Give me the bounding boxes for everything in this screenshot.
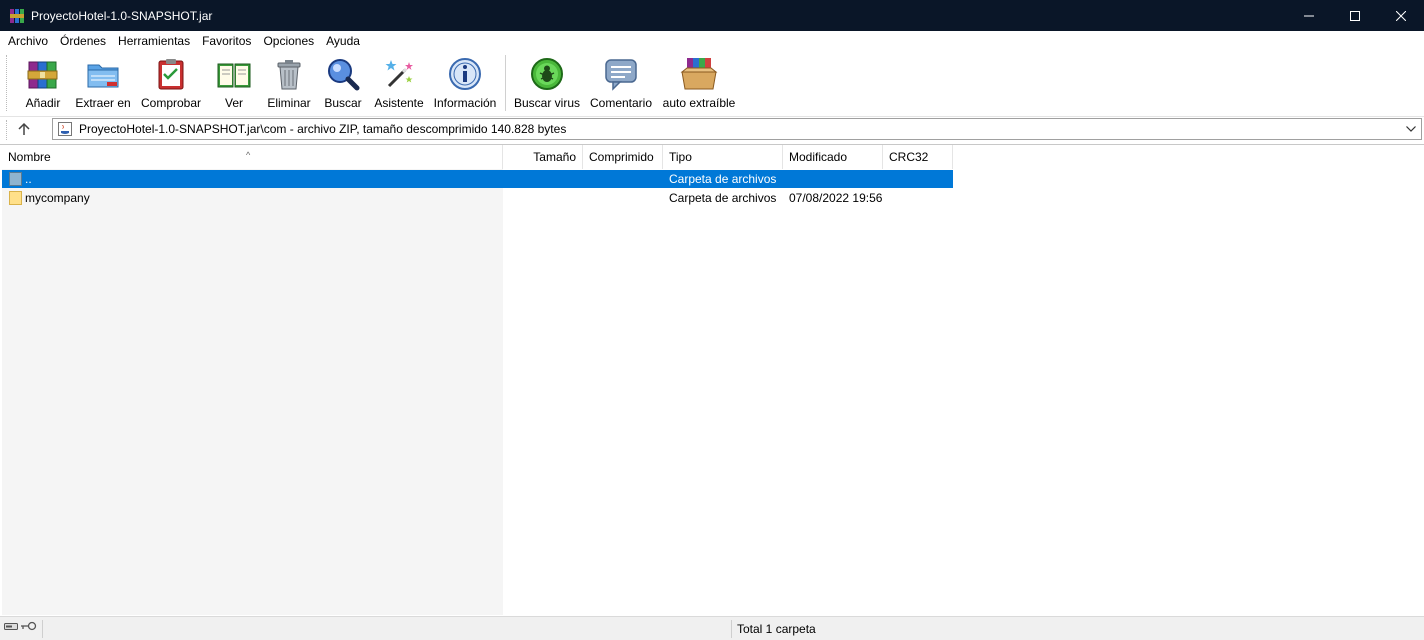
status-bar: Total 1 carpeta bbox=[0, 616, 1424, 640]
jar-file-icon bbox=[57, 121, 73, 137]
winrar-app-icon[interactable] bbox=[9, 8, 25, 24]
virus-scan-button[interactable]: Buscar virus bbox=[510, 51, 584, 115]
arrow-up-icon bbox=[18, 122, 30, 135]
status-separator bbox=[731, 620, 732, 638]
path-text: ProyectoHotel-1.0-SNAPSHOT.jar\com - arc… bbox=[79, 122, 567, 136]
menu-favoritos[interactable]: Favoritos bbox=[196, 31, 257, 51]
test-label: Comprobar bbox=[140, 96, 202, 110]
menu-ordenes[interactable]: Órdenes bbox=[54, 31, 112, 51]
title-bar: ProyectoHotel-1.0-SNAPSHOT.jar bbox=[0, 0, 1424, 31]
column-header-type[interactable]: Tipo bbox=[663, 145, 783, 169]
name-column-background bbox=[2, 169, 503, 615]
toolbar-separator bbox=[505, 55, 506, 111]
menu-archivo[interactable]: Archivo bbox=[2, 31, 54, 51]
add-button[interactable]: Añadir bbox=[15, 51, 71, 115]
extract-label: Extraer en bbox=[75, 96, 131, 110]
toolbar-grip[interactable] bbox=[6, 55, 9, 111]
column-header-packed[interactable]: Comprimido bbox=[583, 145, 663, 169]
row-type: Carpeta de archivos bbox=[669, 191, 777, 205]
view-button[interactable]: Ver bbox=[207, 51, 261, 115]
info-label: Información bbox=[433, 96, 497, 110]
row-modified: 07/08/2022 19:56 bbox=[789, 191, 883, 205]
open-book-icon bbox=[216, 56, 252, 92]
menu-opciones[interactable]: Opciones bbox=[257, 31, 320, 51]
view-label: Ver bbox=[224, 96, 243, 110]
add-label: Añadir bbox=[25, 96, 61, 110]
file-list[interactable]: Nombre ^ Tamaño Comprimido Tipo Modifica… bbox=[0, 144, 1424, 615]
sfx-box-icon bbox=[679, 56, 719, 92]
row-name: mycompany bbox=[25, 191, 90, 205]
key-icon[interactable] bbox=[21, 621, 37, 631]
menu-bar: Archivo Órdenes Herramientas Favoritos O… bbox=[0, 31, 1424, 51]
menu-herramientas[interactable]: Herramientas bbox=[112, 31, 196, 51]
comment-button[interactable]: Comentario bbox=[584, 51, 658, 115]
minimize-button[interactable] bbox=[1286, 0, 1332, 31]
folder-icon bbox=[9, 190, 23, 205]
column-name-label: Nombre bbox=[8, 150, 51, 164]
folder-extract-icon bbox=[85, 56, 121, 92]
close-button[interactable] bbox=[1378, 0, 1424, 31]
trash-icon bbox=[271, 56, 307, 92]
books-add-icon bbox=[25, 56, 61, 92]
chevron-down-icon bbox=[1406, 126, 1416, 132]
column-size-label: Tamaño bbox=[533, 150, 576, 164]
maximize-button[interactable] bbox=[1332, 0, 1378, 31]
menu-ayuda[interactable]: Ayuda bbox=[320, 31, 366, 51]
column-modified-label: Modificado bbox=[789, 150, 848, 164]
find-button[interactable]: Buscar bbox=[317, 51, 369, 115]
status-text: Total 1 carpeta bbox=[737, 622, 816, 636]
column-crc-label: CRC32 bbox=[889, 150, 929, 164]
up-folder-button[interactable] bbox=[14, 119, 34, 139]
row-name: .. bbox=[25, 172, 32, 186]
sfx-label: auto extraíble bbox=[662, 96, 736, 110]
table-row-parent[interactable]: .. Carpeta de archivos bbox=[2, 170, 953, 188]
toolbar: Añadir Extraer en Comprobar Ver Eliminar… bbox=[0, 51, 1424, 115]
magnifier-icon bbox=[325, 56, 361, 92]
info-button[interactable]: Información bbox=[429, 51, 501, 115]
parent-folder-icon bbox=[9, 171, 23, 186]
path-combobox[interactable]: ProyectoHotel-1.0-SNAPSHOT.jar\com - arc… bbox=[52, 118, 1422, 140]
bug-shield-icon bbox=[529, 56, 565, 92]
virus-scan-label: Buscar virus bbox=[513, 96, 581, 110]
sfx-button[interactable]: auto extraíble bbox=[658, 51, 740, 115]
info-icon bbox=[447, 56, 483, 92]
address-grip[interactable] bbox=[6, 120, 8, 140]
column-header-modified[interactable]: Modificado bbox=[783, 145, 883, 169]
delete-button[interactable]: Eliminar bbox=[261, 51, 317, 115]
column-type-label: Tipo bbox=[669, 150, 692, 164]
delete-label: Eliminar bbox=[267, 96, 311, 110]
column-header-name[interactable]: Nombre ^ bbox=[2, 145, 503, 169]
status-separator bbox=[42, 620, 43, 638]
clipboard-check-icon bbox=[153, 56, 189, 92]
path-dropdown-button[interactable] bbox=[1403, 121, 1419, 137]
row-type: Carpeta de archivos bbox=[669, 172, 777, 186]
address-bar: ProyectoHotel-1.0-SNAPSHOT.jar\com - arc… bbox=[0, 116, 1424, 142]
wizard-label: Asistente bbox=[374, 96, 424, 110]
column-header-crc[interactable]: CRC32 bbox=[883, 145, 953, 169]
table-row[interactable]: mycompany Carpeta de archivos 07/08/2022… bbox=[2, 189, 953, 207]
wizard-button[interactable]: Asistente bbox=[369, 51, 429, 115]
test-button[interactable]: Comprobar bbox=[135, 51, 207, 115]
column-headers: Nombre ^ Tamaño Comprimido Tipo Modifica… bbox=[2, 145, 953, 169]
window-title: ProyectoHotel-1.0-SNAPSHOT.jar bbox=[31, 8, 213, 23]
magic-wand-icon bbox=[381, 56, 417, 92]
sort-ascending-icon: ^ bbox=[246, 150, 251, 160]
drive-icon[interactable] bbox=[4, 621, 18, 631]
column-header-size[interactable]: Tamaño bbox=[503, 145, 583, 169]
comment-icon bbox=[603, 56, 639, 92]
extract-button[interactable]: Extraer en bbox=[71, 51, 135, 115]
comment-label: Comentario bbox=[589, 96, 653, 110]
find-label: Buscar bbox=[324, 96, 362, 110]
column-packed-label: Comprimido bbox=[589, 150, 654, 164]
